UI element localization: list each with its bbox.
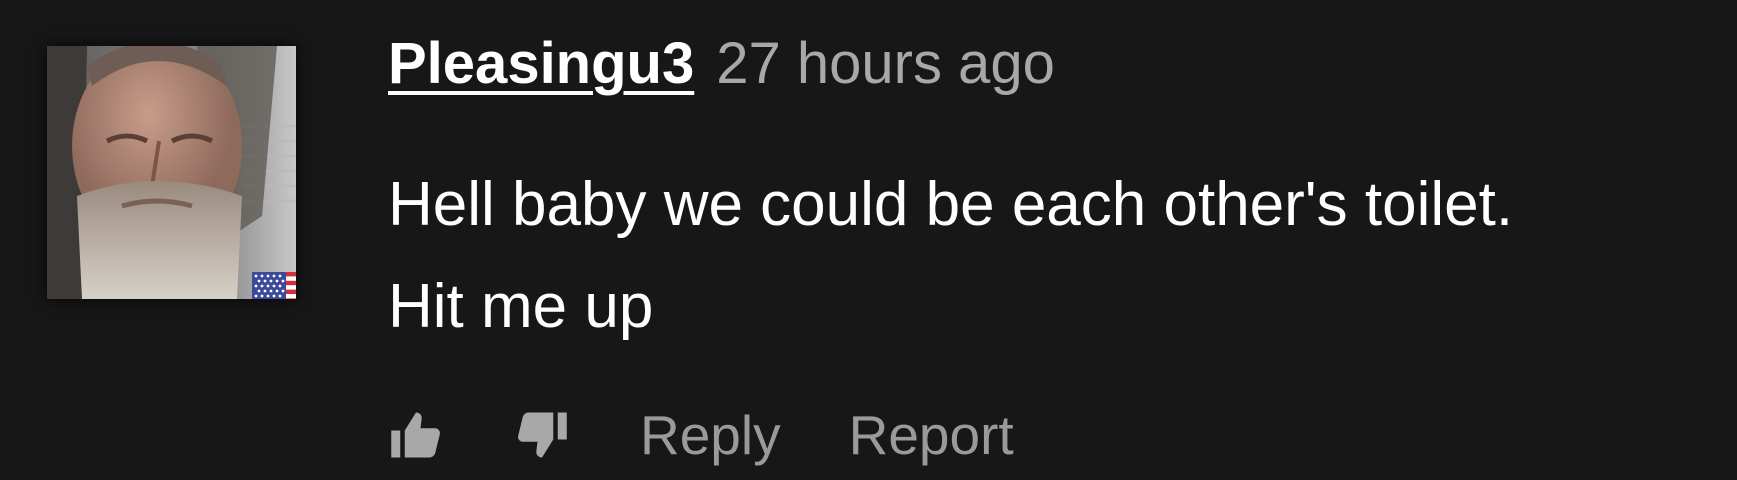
thumbs-up-icon[interactable] — [388, 407, 444, 463]
username-link[interactable]: Pleasingu3 — [388, 30, 694, 97]
avatar[interactable] — [47, 46, 296, 299]
us-flag-icon — [252, 272, 296, 299]
comment-text-line-1: Hell baby we could be each other's toile… — [388, 170, 1514, 239]
thumbs-down-icon[interactable] — [514, 407, 570, 463]
reply-button[interactable]: Reply — [640, 403, 781, 467]
comment-header: Pleasingu3 27 hours ago — [388, 30, 1688, 130]
timestamp: 27 hours ago — [716, 31, 1055, 96]
comment-text-line-2: Hit me up — [388, 272, 654, 341]
comment-text: Hell baby we could be each other's toile… — [388, 154, 1688, 358]
avatar-image — [47, 46, 296, 299]
comment-actions: Reply Report — [388, 395, 1014, 475]
comment-body: Pleasingu3 27 hours ago Hell baby we cou… — [388, 30, 1688, 358]
report-button[interactable]: Report — [849, 403, 1014, 467]
comment: Pleasingu3 27 hours ago Hell baby we cou… — [0, 0, 1737, 480]
